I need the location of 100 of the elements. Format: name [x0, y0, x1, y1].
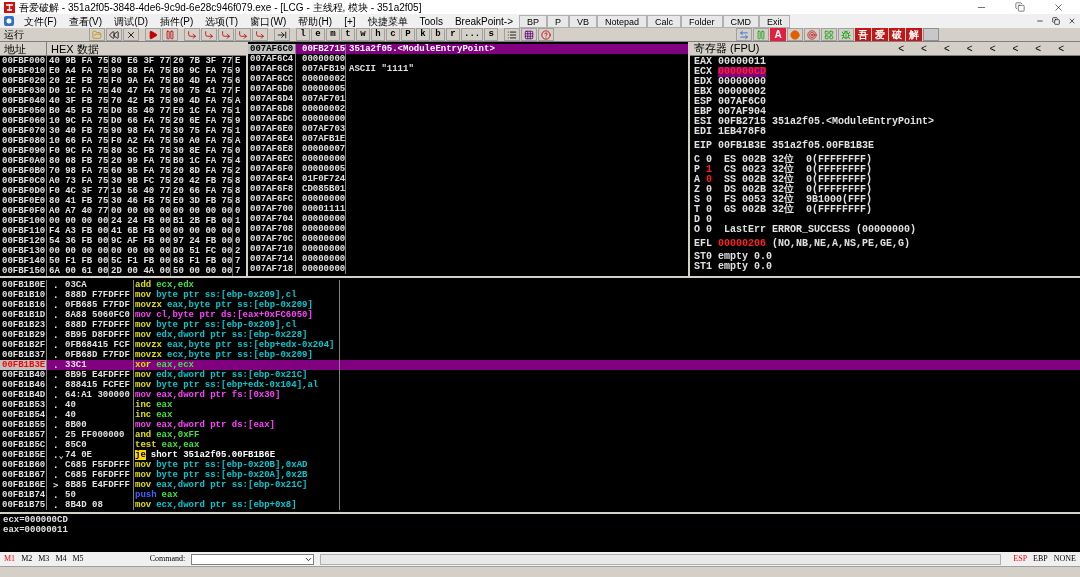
menu-item[interactable]: 插件(P) [154, 13, 200, 29]
flag-value[interactable]: 1 [706, 165, 713, 175]
mark-tab[interactable]: M1 [4, 555, 16, 563]
register-value[interactable]: 00FB1B3E [718, 141, 767, 151]
code-row[interactable]: 00FB1B53 . 40 inc eax [0, 400, 1080, 410]
blank-tool-button[interactable] [923, 28, 940, 41]
code-row[interactable]: 00FB1B67 . C685 F6FDFFF mov byte ptr ss:[ebp-0x20A],0x2B [0, 470, 1080, 480]
anchor-tab[interactable]: ESP [1013, 555, 1028, 563]
code-row[interactable]: 00FB1B3E . 33C1 xor eax,ecx [0, 360, 1080, 370]
arrow-button[interactable]: < [989, 43, 996, 54]
close-icon[interactable] [1053, 1, 1064, 13]
stack-row[interactable]: 007AF6F8 CD085B01 [248, 184, 688, 194]
grid-button[interactable] [521, 28, 538, 41]
swap-button[interactable] [736, 28, 753, 41]
code-row[interactable]: 00FB1B2F . 0FB68415 FCF movzx eax,byte ptr ss:[ebp+edx-0x204] [0, 340, 1080, 350]
code-row[interactable]: 00FB1B46 . 888415 FCFEF mov byte ptr ss:[ebp+edx-0x104],al [0, 380, 1080, 390]
register-value[interactable]: 00FB2715 [718, 117, 767, 127]
code-row[interactable]: 00FB1B10 . 888D F7FDFFF mov byte ptr ss:[ebp-0x209],cl [0, 290, 1080, 300]
code-row[interactable]: 00FB1B75 . 8B4D 08 mov ecx,dword ptr ss:[ebp+0x8] [0, 500, 1080, 510]
close-icon[interactable] [1068, 17, 1076, 25]
stack-row[interactable]: 007AF6F4 01F0F724 [248, 174, 688, 184]
flag-value[interactable]: 0 [706, 175, 713, 185]
window-button[interactable]: k [416, 28, 430, 41]
stack-row[interactable]: 007AF6E4 007AFB1E [248, 134, 688, 144]
window-button[interactable]: P [401, 28, 415, 41]
register-value[interactable]: 00000011 [718, 57, 767, 67]
command-field[interactable] [191, 553, 314, 565]
window-button[interactable]: t [341, 28, 355, 41]
flag-value[interactable]: 0 [706, 195, 713, 205]
menu-item[interactable]: 选项(T) [199, 13, 245, 29]
close-button[interactable] [123, 28, 139, 41]
layout-button[interactable] [821, 28, 838, 41]
stack-row[interactable]: 007AF714 00000000 [248, 254, 688, 264]
stack-row[interactable]: 007AF6FC 00000000 [248, 194, 688, 204]
register-value[interactable]: 1EB478F8 [718, 127, 767, 137]
quick-button[interactable]: Calc [647, 14, 682, 28]
code-row[interactable]: 00FB1B40 . 8B95 E4FDFFF mov edx,dword ptr ss:[ebp-0x21C] [0, 370, 1080, 380]
stack-row[interactable]: 007AF704 00000000 [248, 214, 688, 224]
menu-item[interactable]: 窗口(W) [244, 13, 293, 29]
quick-button[interactable]: P [547, 14, 570, 28]
window-button[interactable]: s [484, 28, 499, 41]
window-button[interactable]: b [431, 28, 445, 41]
trace-over-button[interactable] [235, 28, 251, 41]
arrow-button[interactable]: < [966, 43, 973, 54]
flag-value[interactable]: 0 [706, 215, 713, 225]
plugin-tile[interactable]: 破 [889, 28, 906, 41]
register-value[interactable]: 007AF6C0 [718, 97, 767, 107]
mark-tab[interactable]: M3 [38, 555, 50, 563]
stack-row[interactable]: 007AF6DC 00000000 [248, 114, 688, 124]
register-value[interactable]: 00000002 [718, 87, 767, 97]
code-row[interactable]: 00FB1B54 . 40 inc eax [0, 410, 1080, 420]
goto-button[interactable] [274, 28, 290, 41]
mark-tab[interactable]: M4 [55, 555, 67, 563]
anchor-tab[interactable]: NONE [1053, 555, 1076, 563]
stack-row[interactable]: 007AF710 00000000 [248, 244, 688, 254]
window-button[interactable]: h [371, 28, 385, 41]
code-row[interactable]: 00FB1B29 . 8B95 D8FDFFF mov edx,dword ptr ss:[ebp-0x228] [0, 330, 1080, 340]
stack-row[interactable]: 007AF6EC 00000000 [248, 154, 688, 164]
rewind-button[interactable] [106, 28, 122, 41]
plugin-tile[interactable]: 解 [906, 28, 923, 41]
code-row[interactable]: 00FB1B0E . 03CA add ecx,edx [0, 280, 1080, 290]
arrow-button[interactable]: < [943, 43, 950, 54]
code-row[interactable]: 00FB1B4D . 64:A1 300000 mov eax,dword ptr fs:[0x30] [0, 390, 1080, 400]
stack-row[interactable]: 007AF6C8 007AFB19 ASCII "1111" [248, 64, 688, 74]
target-button[interactable] [804, 28, 821, 41]
code-row[interactable]: 00FB1B1D . 8A88 5060FC0 mov cl,byte ptr ds:[eax+0xFC6050] [0, 310, 1080, 320]
run-button[interactable] [145, 28, 161, 41]
plugin-tile[interactable]: 爱 [872, 28, 889, 41]
menu-item[interactable]: 查看(V) [62, 13, 109, 29]
stack-row[interactable]: 007AF6C4 00000000 [248, 54, 688, 64]
step-over-button[interactable] [201, 28, 217, 41]
code-row[interactable]: 00FB1B23 . 888D F7FDFFF mov byte ptr ss:[ebp-0x209],cl [0, 320, 1080, 330]
window-button[interactable]: w [356, 28, 370, 41]
restore-icon[interactable] [1052, 17, 1060, 25]
quick-button[interactable]: Exit [759, 14, 791, 28]
code-row[interactable]: 00FB1B6E > 8B85 E4FDFFF mov eax,dword ptr ss:[ebp-0x21C] [0, 480, 1080, 490]
stack-row[interactable]: 007AF6D4 007AF701 [248, 94, 688, 104]
plugin-tile[interactable]: 吾 [855, 28, 872, 41]
mark-tab[interactable]: M5 [72, 555, 84, 563]
menu-item[interactable]: 快捷菜单 [361, 13, 414, 29]
menu-item[interactable]: Tools [413, 13, 449, 29]
code-row[interactable]: 00FB1B57 . 25 FF000000 and eax,0xFF [0, 430, 1080, 440]
code-row[interactable]: 00FB1B60 . C685 F5FDFFF mov byte ptr ss:[ebp-0x20B],0xAD [0, 460, 1080, 470]
flag-value[interactable]: 0 [706, 185, 713, 195]
menu-item[interactable]: 调试(D) [108, 13, 154, 29]
flag-value[interactable]: 0 [706, 155, 713, 165]
window-button[interactable]: ... [461, 28, 484, 41]
plugin-tile[interactable]: A [770, 28, 787, 41]
column-header[interactable]: 地址 [0, 42, 47, 55]
register-value[interactable]: 00000206 [718, 239, 767, 249]
quick-button[interactable]: Notepad [597, 14, 648, 28]
stack-row[interactable]: 007AF6F0 00000005 [248, 164, 688, 174]
arrow-button[interactable]: < [1012, 43, 1019, 54]
arrow-button[interactable]: < [1058, 43, 1064, 54]
pause-button[interactable] [162, 28, 178, 41]
stack-row[interactable]: 007AF718 00000000 [248, 264, 688, 274]
flag-value[interactable]: 0 [706, 225, 713, 235]
column-header[interactable]: HEX 数据 [47, 42, 246, 55]
stack-row[interactable]: 007AF70C 00000000 [248, 234, 688, 244]
quick-button[interactable]: Folder [681, 14, 723, 28]
